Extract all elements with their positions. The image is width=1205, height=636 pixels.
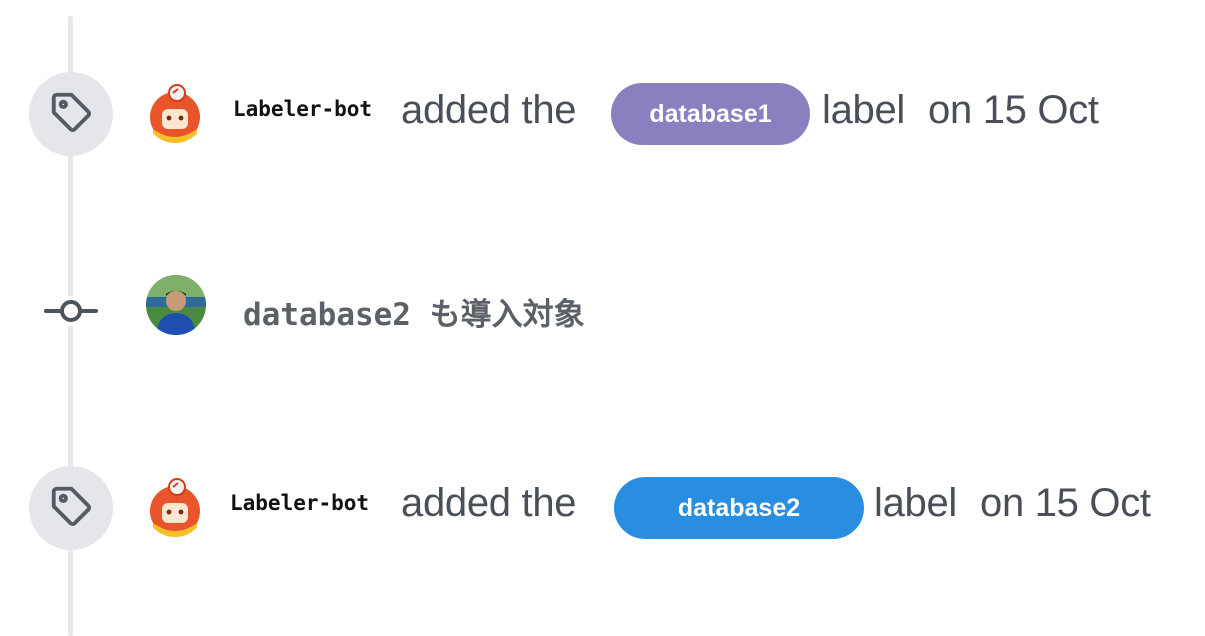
event-date[interactable]: on 15 Oct bbox=[980, 481, 1151, 526]
event-date[interactable]: on 15 Oct bbox=[928, 88, 1099, 133]
label-suffix-text: label bbox=[874, 481, 958, 525]
label-suffix-text: label bbox=[822, 88, 906, 132]
event-badge bbox=[29, 466, 113, 550]
avatar[interactable] bbox=[145, 83, 205, 143]
git-commit-icon bbox=[44, 296, 98, 326]
actor-name[interactable]: Labeler-bot bbox=[230, 491, 369, 515]
label-badge[interactable]: database2 bbox=[614, 477, 864, 539]
commit-message[interactable]: database2 も導入対象 bbox=[243, 289, 585, 334]
tag-icon bbox=[48, 483, 94, 534]
event-action-text: added the bbox=[401, 481, 577, 525]
avatar[interactable] bbox=[146, 275, 206, 335]
tag-icon bbox=[48, 89, 94, 140]
event-badge bbox=[29, 72, 113, 156]
event-action-text: added the bbox=[401, 88, 577, 132]
actor-name[interactable]: Labeler-bot bbox=[233, 97, 372, 121]
avatar[interactable] bbox=[145, 477, 205, 537]
label-badge[interactable]: database1 bbox=[611, 83, 810, 145]
